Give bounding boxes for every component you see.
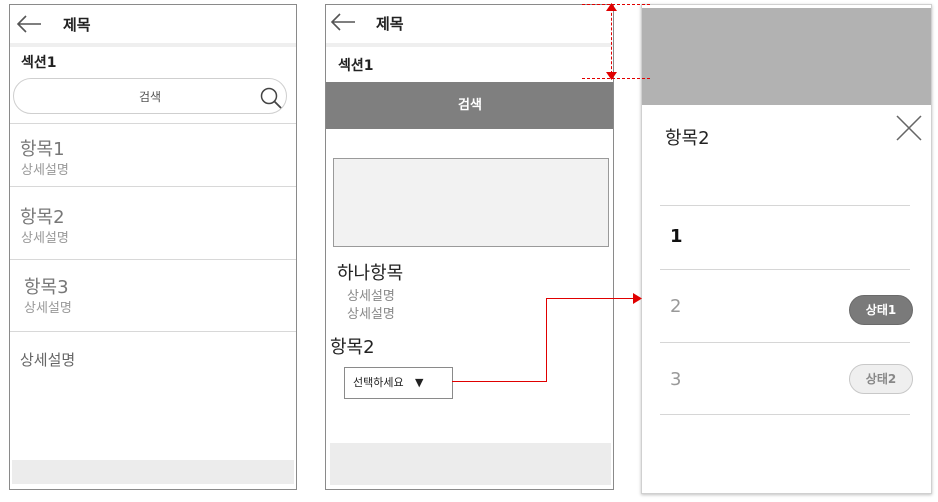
search-button[interactable]: 검색 [326, 82, 613, 129]
option-item[interactable]: 2 상태1 [660, 270, 913, 342]
item2-label: 항목2 [330, 337, 375, 358]
dimension-arrow-up-icon [606, 3, 617, 11]
connector-arrow-icon [633, 293, 642, 304]
bottom-bar [12, 460, 294, 484]
search-icon[interactable] [259, 86, 283, 110]
single-item-title: 하나항목 [337, 263, 404, 284]
list-item[interactable]: 항목1 상세설명 [10, 123, 296, 186]
connector-line [546, 298, 634, 299]
divider [660, 414, 910, 415]
connector-line [546, 298, 547, 382]
divider [10, 331, 296, 332]
section-title: 섹션1 [338, 58, 374, 74]
header-divider [326, 43, 613, 47]
list-item[interactable]: 항목3 상세설명 [10, 260, 296, 331]
header-divider [10, 43, 296, 47]
image-placeholder [333, 158, 609, 247]
status-badge: 상태2 [849, 364, 913, 394]
close-icon[interactable] [895, 114, 923, 142]
option-item[interactable]: 1 [660, 206, 910, 269]
list-item-title: 항목2 [20, 207, 65, 228]
page-title: 제목 [376, 15, 404, 33]
list-item[interactable]: 항목2 상세설명 [10, 187, 296, 259]
bottom-bar [330, 443, 611, 485]
dimension-arrow-down-icon [606, 72, 617, 80]
list-item-desc: 상세설명 [24, 301, 72, 316]
dim-overlay[interactable] [642, 8, 931, 105]
list-item-title: 항목3 [24, 277, 69, 298]
connector-line [452, 381, 547, 382]
status-badge: 상태1 [849, 295, 913, 325]
option-item[interactable]: 3 상태2 [660, 343, 913, 414]
option-number: 2 [670, 296, 682, 317]
option-number: 3 [670, 369, 682, 390]
select-value: 선택하세요 [353, 376, 404, 389]
search-input[interactable]: 검색 [13, 78, 287, 114]
back-arrow-icon[interactable] [15, 13, 43, 35]
list-item-desc: 상세설명 [21, 231, 69, 246]
list-item-title: 항목1 [20, 139, 65, 160]
search-placeholder: 검색 [138, 90, 162, 104]
single-item-desc: 상세설명 [347, 307, 395, 322]
section-title: 섹션1 [21, 55, 57, 71]
footer-description: 상세설명 [20, 351, 76, 369]
list-item-desc: 상세설명 [21, 163, 69, 178]
popup-title: 항목2 [665, 128, 710, 149]
single-item-desc: 상세설명 [347, 289, 395, 304]
select-popup-screen: 항목2 1 2 상태1 3 상태2 [641, 4, 932, 494]
item2-select[interactable]: 선택하세요 ▼ [344, 367, 453, 399]
option-number: 1 [670, 226, 683, 247]
back-arrow-icon[interactable] [329, 11, 357, 33]
detail-screen: 제목 섹션1 검색 하나항목 상세설명 상세설명 항목2 선택하세요 ▼ [325, 4, 614, 490]
list-screen: 제목 섹션1 검색 항목1 상세설명 항목2 상세설명 항목3 상세설명 상세설… [9, 4, 297, 490]
dropdown-arrow-icon: ▼ [415, 376, 424, 389]
dimension-line [611, 8, 612, 74]
page-title: 제목 [63, 16, 91, 34]
